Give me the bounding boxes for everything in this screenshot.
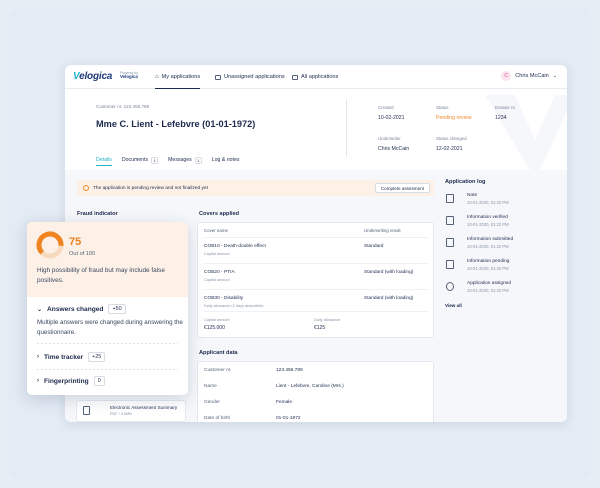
view-all-link[interactable]: View all bbox=[445, 303, 462, 308]
document-card[interactable]: Electronic Assessment Summary PDF / 3.4M… bbox=[76, 400, 186, 422]
inbox-icon: ⌂ bbox=[155, 73, 159, 80]
table-row[interactable]: COB10 - Death-double effect Capital amou… bbox=[204, 237, 429, 263]
fraud-score-max: Out of 100 bbox=[69, 251, 96, 257]
user-assign-icon bbox=[446, 282, 454, 291]
chevron-down-icon: ⌄ bbox=[552, 73, 557, 79]
nav-my-applications[interactable]: ⌂ My applications bbox=[155, 65, 201, 89]
user-name: Chris McCain bbox=[515, 73, 549, 79]
applicant-data-table: Customer nr. 123.456.789 Name Lient - Lefe… bbox=[197, 361, 434, 422]
count-badge: 1 bbox=[194, 156, 202, 164]
log-item-submitted[interactable]: Information submitted 10-01-2020, 01:22 … bbox=[446, 236, 556, 256]
fraud-description: High possibility of fraud but may includ… bbox=[37, 267, 165, 284]
tab-documents[interactable]: Documents 1 bbox=[122, 154, 159, 166]
score-badge: +50 bbox=[108, 304, 126, 314]
decorative-watermark-icon bbox=[485, 95, 567, 170]
folder-icon bbox=[215, 74, 221, 80]
nav-all-applications[interactable]: All applications bbox=[292, 65, 338, 89]
pending-alert: The application is pending review and no… bbox=[77, 180, 434, 196]
score-badge: +25 bbox=[88, 352, 106, 362]
section-answers-changed[interactable]: ⌄ Answers changed +50 bbox=[37, 304, 126, 314]
meta-created: Created 10-02-2021 bbox=[378, 105, 405, 121]
fraud-indicator-card: 75 Out of 100 High possibility of fraud … bbox=[27, 222, 188, 395]
log-item-assigned[interactable]: Application assigned 10-01-2020, 01:22 P… bbox=[446, 280, 556, 300]
count-badge: 1 bbox=[151, 156, 159, 164]
section-time-tracker[interactable]: › Time tracker +25 bbox=[37, 352, 106, 362]
column-header: Underwriting result bbox=[364, 228, 401, 233]
meta-underwriter: Underwriter Chris McCain bbox=[378, 136, 410, 152]
page-title: Mme C. Lient - Lefebvre (01-01-1972) bbox=[96, 119, 256, 129]
cover-amounts: Capital amount €125.000 Daily allowance … bbox=[204, 311, 429, 337]
chevron-right-icon: › bbox=[37, 378, 39, 384]
applicant-data-heading: Applicant data bbox=[199, 350, 238, 356]
user-menu[interactable]: C Chris McCain ⌄ bbox=[501, 71, 557, 81]
section-fingerprinting[interactable]: › Fingerprinting 0 bbox=[37, 376, 105, 386]
divider bbox=[37, 369, 178, 370]
chevron-right-icon: › bbox=[37, 354, 39, 360]
log-item-note[interactable]: Note 10-01-2020, 01:22 PM bbox=[446, 192, 556, 212]
fraud-score: 75 bbox=[69, 236, 82, 248]
fraud-gauge-icon bbox=[36, 231, 64, 259]
avatar: C bbox=[501, 71, 512, 81]
header-divider bbox=[346, 99, 347, 157]
application-log-heading: Application log bbox=[445, 179, 486, 185]
meta-status: Status Pending review bbox=[436, 105, 472, 121]
covers-heading: Covers applied bbox=[199, 211, 240, 217]
complete-assessment-button[interactable]: Complete assesment bbox=[374, 183, 430, 193]
table-row[interactable]: COB20 - PTIA Capital amount Standard (wi… bbox=[204, 263, 429, 289]
log-item-pending[interactable]: Information pending 10-01-2020, 01:22 PM bbox=[446, 258, 556, 278]
meta-status-changed: Status changed 12-02-2021 bbox=[436, 136, 467, 152]
tab-bar: Details Documents 1 Messages 1 Log & notes bbox=[96, 154, 239, 168]
document-upload-icon bbox=[446, 238, 454, 247]
file-icon bbox=[83, 406, 90, 415]
nav-unassigned-applications[interactable]: Unassigned applications bbox=[215, 65, 285, 89]
tab-messages[interactable]: Messages 1 bbox=[168, 154, 202, 166]
files-icon bbox=[292, 74, 298, 80]
document-check-icon bbox=[446, 216, 454, 225]
top-navigation-bar: Velogica Powered by Velogica ⌂ My applica… bbox=[65, 65, 567, 89]
customer-number: Customer nr. 123.456.789 bbox=[96, 104, 150, 109]
pencil-icon bbox=[446, 194, 454, 203]
chevron-down-icon: ⌄ bbox=[37, 306, 43, 313]
answers-changed-description: Multiple answers were changed during ans… bbox=[37, 319, 183, 336]
tab-log-notes[interactable]: Log & notes bbox=[212, 154, 240, 166]
fraud-indicator-heading: Fraud indicator bbox=[77, 211, 118, 217]
column-header: Cover name bbox=[204, 228, 228, 233]
document-icon bbox=[446, 260, 454, 269]
log-item-verified[interactable]: Information verified 10-01-2020, 01:22 P… bbox=[446, 214, 556, 234]
powered-by-label: Powered by Velogica bbox=[120, 71, 138, 79]
tab-details[interactable]: Details bbox=[96, 154, 112, 166]
status-badge: Pending review bbox=[436, 115, 472, 121]
covers-table: Cover name Underwriting result COB10 - D… bbox=[197, 222, 434, 338]
divider bbox=[37, 343, 178, 344]
meta-dossier: Dossier nr. 1234 bbox=[495, 105, 516, 121]
table-row[interactable]: COB30 - Disability Daily allowance (2 da… bbox=[204, 289, 429, 311]
velogica-logo[interactable]: Velogica bbox=[73, 71, 112, 82]
score-badge: 0 bbox=[93, 376, 105, 386]
refresh-icon bbox=[83, 185, 89, 191]
